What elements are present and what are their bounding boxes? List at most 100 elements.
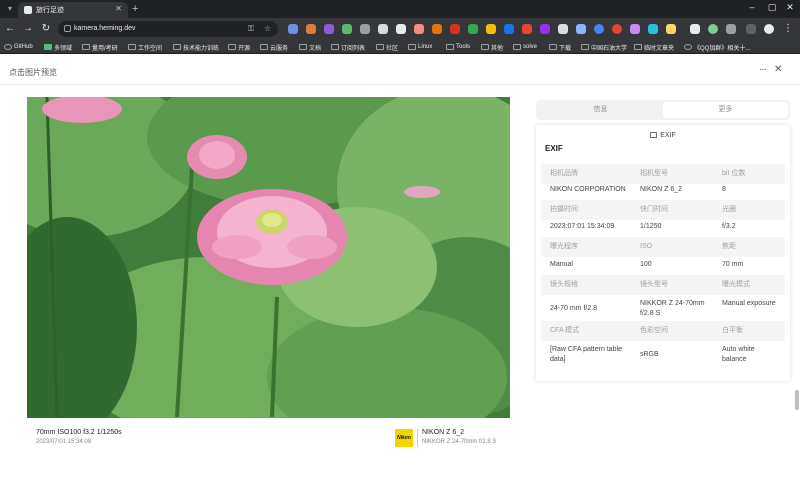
- bookmark-folder[interactable]: 技术能力训练: [173, 42, 219, 52]
- extension-icon[interactable]: [288, 24, 298, 34]
- extension-icon[interactable]: [690, 24, 700, 34]
- nikon-logo: Nikon: [395, 429, 413, 447]
- exif-value: NIKON CORPORATION: [550, 186, 626, 193]
- extension-icon[interactable]: [414, 24, 424, 34]
- maximize-icon[interactable]: ▢: [764, 2, 780, 13]
- extension-icon[interactable]: [324, 24, 334, 34]
- tab-info[interactable]: 信息: [538, 102, 663, 118]
- bookmark-folder[interactable]: Linux: [408, 42, 432, 52]
- exif-label: ISO: [640, 243, 653, 250]
- browser-menu-icon[interactable]: ⋮: [782, 23, 794, 35]
- extension-icon[interactable]: [468, 24, 478, 34]
- window-close-icon[interactable]: ✕: [782, 2, 798, 13]
- bookmark-folder[interactable]: 社区: [376, 42, 398, 52]
- profile-icon[interactable]: [708, 24, 718, 34]
- folder-icon: [581, 44, 589, 50]
- exif-value: 70 mm: [722, 261, 744, 268]
- more-options-icon[interactable]: ···: [759, 64, 767, 75]
- extensions-puzzle-icon[interactable]: [726, 24, 736, 34]
- minimize-icon[interactable]: –: [744, 2, 760, 12]
- tab-search-icon[interactable]: ▾: [4, 3, 16, 15]
- exposure-summary: 70mm ISO100 f3.2 1/1250s: [36, 429, 122, 436]
- exif-value: NIKON Z 6_2: [640, 186, 683, 193]
- extension-icon[interactable]: [450, 24, 460, 34]
- divider: [417, 429, 418, 447]
- extension-icon[interactable]: [486, 24, 496, 34]
- extension-icon[interactable]: [612, 24, 622, 34]
- site-info-icon[interactable]: [64, 25, 71, 32]
- extension-icon[interactable]: [342, 24, 352, 34]
- extension-icon[interactable]: [558, 24, 568, 34]
- page-scrollbar[interactable]: [795, 390, 799, 410]
- bookmark-item[interactable]: 《QQ加群》相关十...: [684, 42, 750, 52]
- bookmark-star-icon[interactable]: ☆: [264, 24, 271, 33]
- folder-icon: [634, 44, 642, 50]
- bookmark-folder[interactable]: solve: [513, 42, 537, 52]
- bookmark-item[interactable]: 多领域: [44, 42, 72, 52]
- folder-icon: [228, 44, 236, 50]
- bookmark-folder[interactable]: 临时文章夹: [634, 42, 674, 52]
- exif-label: 镜头型号: [640, 281, 668, 288]
- back-icon[interactable]: ←: [4, 23, 16, 35]
- extension-icon[interactable]: [360, 24, 370, 34]
- extension-icon[interactable]: [396, 24, 406, 34]
- folder-icon: [549, 44, 557, 50]
- exif-label: 曝光模式: [722, 281, 750, 288]
- password-key-icon[interactable]: ⚿: [248, 24, 254, 34]
- tab-title: 旅行足迹: [36, 7, 64, 14]
- camera-info: NIKON Z 6_2 NIKKOR Z 24-70mm f/2.8 S: [422, 429, 496, 445]
- bookmark-folder[interactable]: Tools: [446, 42, 470, 52]
- exif-title: EXIF: [545, 144, 563, 153]
- extension-icon[interactable]: [594, 24, 604, 34]
- exif-value-row: 24-70 mm f/2.8 NIKKOR Z 24-70mm f/2.8 S …: [541, 297, 785, 321]
- new-tab-icon[interactable]: +: [132, 2, 138, 16]
- extension-icon[interactable]: [540, 24, 550, 34]
- extension-icon[interactable]: [522, 24, 532, 34]
- bookmark-item[interactable]: GitHub: [4, 42, 33, 52]
- extension-icon[interactable]: [666, 24, 676, 34]
- extension-icon[interactable]: [432, 24, 442, 34]
- extension-icon[interactable]: [630, 24, 640, 34]
- tab-more[interactable]: 更多: [663, 102, 788, 118]
- bookmark-folder[interactable]: 中国石油大学: [581, 42, 627, 52]
- close-preview-icon[interactable]: ✕: [774, 64, 782, 75]
- bookmark-folder[interactable]: 订阅列表: [331, 42, 365, 52]
- account-avatar-icon[interactable]: [764, 24, 774, 34]
- address-url[interactable]: kamera.heming.dev: [74, 25, 135, 32]
- folder-icon: [299, 44, 307, 50]
- bookmark-folder[interactable]: 工作空间: [128, 42, 162, 52]
- exif-value: Auto white balance: [722, 346, 755, 363]
- browser-tab[interactable]: 旅行足迹 ✕: [18, 2, 128, 18]
- bookmark-folder[interactable]: 云服务: [260, 42, 288, 52]
- address-bar[interactable]: kamera.heming.dev ⚿ ☆: [58, 21, 278, 37]
- folder-icon: [376, 44, 384, 50]
- extension-icon[interactable]: [378, 24, 388, 34]
- exif-label-row: CFA 模式 色彩空间 白平衡: [541, 321, 785, 341]
- lotus-photo[interactable]: [27, 97, 510, 418]
- bookmark-folder[interactable]: 开源: [228, 42, 250, 52]
- folder-icon: [173, 44, 181, 50]
- bookmark-folder[interactable]: 文档: [299, 42, 321, 52]
- camera-icon: [650, 132, 658, 138]
- page-header: 点击图片预览 ··· ✕: [0, 55, 800, 85]
- exif-label-row: 曝光程序 ISO 焦距: [541, 237, 785, 257]
- reload-icon[interactable]: ↻: [40, 23, 52, 35]
- extension-icon[interactable]: [648, 24, 658, 34]
- bookmark-folder[interactable]: 量用/考研: [82, 42, 118, 52]
- extension-icon[interactable]: [504, 24, 514, 34]
- browser-tab-bar: ▾ 旅行足迹 ✕ + – ▢ ✕: [0, 0, 800, 18]
- tab-close-icon[interactable]: ✕: [115, 4, 122, 13]
- side-panel-icon[interactable]: [746, 24, 756, 34]
- exif-label: 镜头规格: [550, 281, 578, 288]
- exif-value: Manual: [550, 261, 573, 268]
- bookmark-folder[interactable]: 下载: [549, 42, 571, 52]
- bookmark-folder[interactable]: 其他: [481, 42, 503, 52]
- forward-icon[interactable]: →: [22, 23, 34, 35]
- extension-icon[interactable]: [576, 24, 586, 34]
- folder-icon: [128, 44, 136, 50]
- page-title: 点击图片预览: [9, 68, 57, 77]
- exif-value-row: Manual 100 70 mm: [541, 255, 785, 275]
- exif-value: sRGB: [640, 351, 659, 358]
- extension-icon[interactable]: [306, 24, 316, 34]
- lens-model: NIKKOR Z 24-70mm f/2.8 S: [422, 439, 497, 445]
